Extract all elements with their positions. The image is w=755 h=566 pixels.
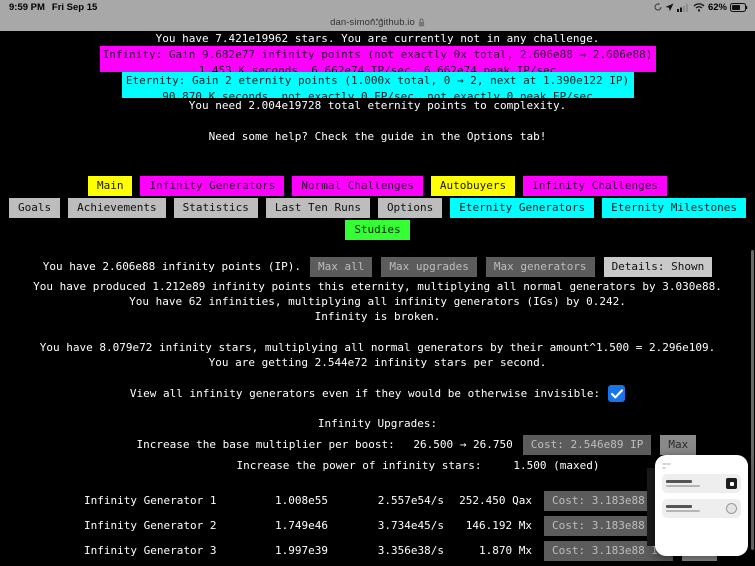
infinity-banner-line1: Infinity: Gain 9.682e77 infinity points … — [102, 48, 653, 62]
sheet-item-text — [666, 505, 726, 512]
generator-amount: 1.749e46 — [275, 519, 328, 533]
sync-icon — [654, 2, 662, 12]
tab-last-ten-runs[interactable]: Last Ten Runs — [265, 197, 370, 218]
sheet-item-text — [666, 480, 726, 487]
sheet-subheading-placeholder — [662, 467, 666, 469]
infinity-banner-line2: 1.453 K seconds, 6.662e74 IP/sec, 6.662e… — [198, 63, 557, 73]
tab-options[interactable]: Options — [377, 197, 443, 218]
tab-infinity-generators[interactable]: Infinity Generators — [140, 175, 285, 196]
tab-achievements[interactable]: Achievements — [68, 197, 166, 218]
sheet-item-password[interactable] — [662, 474, 741, 493]
max-all-button[interactable]: Max all — [310, 256, 373, 277]
view-all-generators-row: View all infinity generators even if the… — [0, 385, 755, 403]
max-generators-button[interactable]: Max generators — [485, 256, 595, 277]
tab-eternity-generators[interactable]: Eternity Generators — [450, 197, 595, 218]
game-page: You have 7.421e19962 stars. You are curr… — [0, 31, 755, 566]
eternity-banner-line1: Eternity: Gain 2 eternity points (1.000x… — [125, 74, 630, 88]
popup-backdrop — [647, 468, 655, 546]
generator-rate: 3.356e38/s — [377, 544, 444, 558]
stars-line: You have 7.421e19962 stars. You are curr… — [155, 32, 600, 45]
generator-amount: 1.008e55 — [275, 494, 328, 508]
tab-normal-challenges[interactable]: Normal Challenges — [292, 175, 423, 196]
page-scrollbar[interactable] — [751, 250, 754, 550]
upgrade-value: 1.500 (maxed) — [513, 458, 600, 472]
generator-rate: 2.557e54/s — [377, 494, 444, 508]
tab-autobuyers[interactable]: Autobuyers — [430, 175, 516, 196]
lock-icon — [418, 18, 425, 27]
max-upgrades-button[interactable]: Max upgrades — [381, 256, 477, 277]
generator-multiplier: 1.870 Mx — [479, 544, 532, 558]
key-icon — [726, 478, 737, 489]
sheet-item-verification[interactable] — [662, 499, 741, 518]
status-bar-date: Fri Sep 15 — [51, 1, 98, 13]
upgrade-label: Increase the power of infinity stars: — [236, 458, 482, 472]
upgrade-label: Increase the base multiplier per boost: — [136, 438, 395, 452]
infinity-points-row: You have 2.606e88 infinity points (IP). … — [0, 256, 755, 277]
ios-autofill-sheet[interactable] — [655, 455, 748, 556]
ellipsis-icon[interactable]: ••• — [371, 16, 383, 25]
sheet-heading-placeholder — [662, 463, 671, 465]
screen: 9:59 PM Fri Sep 15 62% ••• dan-simon.git… — [0, 0, 755, 566]
help-line: Need some help? Check the guide in the O… — [208, 129, 547, 143]
tab-goals[interactable]: Goals — [9, 197, 61, 218]
eternity-banner[interactable]: Eternity: Gain 2 eternity points (1.000x… — [121, 72, 634, 99]
generator-amount: 1.997e39 — [275, 544, 328, 558]
infinity-banner[interactable]: Infinity: Gain 9.682e77 infinity points … — [99, 46, 656, 73]
view-all-generators-label: View all infinity generators even if the… — [129, 387, 601, 401]
upgrade-row-star-power: Increase the power of infinity stars: 1.… — [0, 458, 755, 473]
table-row: Infinity Generator 3 1.997e39 3.356e38/s… — [0, 540, 755, 561]
refresh-icon — [726, 503, 737, 514]
tab-main[interactable]: Main — [87, 175, 133, 196]
infinity-generators-table: Infinity Generator 1 1.008e55 2.557e54/s… — [0, 490, 755, 566]
ios-status-bar: 9:59 PM Fri Sep 15 62% — [0, 0, 755, 14]
status-bar-time: 9:59 PM — [9, 1, 45, 13]
generator-multiplier: 146.192 Mx — [465, 519, 532, 533]
cellular-signal-icon — [676, 3, 690, 12]
upgrade-row-base-multiplier: Increase the base multiplier per boost: … — [0, 434, 755, 455]
produced-line: You have produced 1.212e89 infinity poin… — [33, 279, 722, 293]
tab-eternity-milestones[interactable]: Eternity Milestones — [602, 197, 746, 218]
tab-row-primary: Main Infinity Generators Normal Challeng… — [0, 175, 755, 196]
details-toggle-button[interactable]: Details: Shown — [603, 256, 713, 277]
upgrade-max-button[interactable]: Max — [660, 434, 697, 455]
eternity-banner-line2: 90.870 K seconds, not exactly 0 EP/sec, … — [162, 89, 593, 99]
infinity-stars-rate-line: You are getting 2.544e72 infinity stars … — [208, 356, 547, 370]
upgrade-value: 26.500 → 26.750 — [413, 438, 513, 452]
location-arrow-icon — [665, 3, 674, 12]
battery-percent-label: 62% — [707, 1, 727, 13]
tab-infinity-challenges[interactable]: Infinity Challenges — [523, 175, 667, 196]
status-bar-left: 9:59 PM Fri Sep 15 — [0, 2, 97, 13]
browser-url-bar[interactable]: ••• dan-simon.github.io — [0, 14, 755, 31]
infinities-line: You have 62 infinities, multiplying all … — [129, 295, 626, 309]
upgrade-buttons: Cost: 2.546e89 IP Max — [522, 434, 697, 455]
tab-row-secondary: Goals Achievements Statistics Last Ten R… — [0, 197, 755, 218]
check-icon — [610, 389, 623, 399]
upgrade-cost-button[interactable]: Cost: 2.546e89 IP — [522, 434, 652, 455]
table-row: Infinity Generator 1 1.008e55 2.557e54/s… — [0, 490, 755, 511]
tab-row-tertiary: Studies — [0, 219, 755, 240]
generator-rate: 3.734e45/s — [377, 519, 444, 533]
complexity-line: You need 2.004e19728 total eternity poin… — [188, 99, 567, 113]
wifi-icon — [693, 2, 705, 12]
generator-multiplier: 252.450 Qax — [459, 494, 532, 508]
infinity-points-label: You have 2.606e88 infinity points (IP). — [42, 260, 301, 274]
tab-studies[interactable]: Studies — [345, 219, 410, 240]
generator-name: Infinity Generator 2 — [84, 519, 217, 533]
generator-name: Infinity Generator 3 — [84, 544, 217, 558]
status-bar-right: 62% — [654, 0, 748, 14]
table-row: Infinity Generator 2 1.749e46 3.734e45/s… — [0, 515, 755, 536]
view-all-generators-checkbox[interactable] — [608, 385, 626, 403]
tab-statistics[interactable]: Statistics — [173, 197, 258, 218]
infinity-stars-line: You have 8.079e72 infinity stars, multip… — [39, 340, 716, 354]
generator-name: Infinity Generator 1 — [84, 494, 217, 508]
infinity-upgrades-title: Infinity Upgrades: — [317, 417, 438, 431]
battery-icon — [730, 2, 748, 12]
infinity-broken-line: Infinity is broken. — [314, 310, 441, 324]
